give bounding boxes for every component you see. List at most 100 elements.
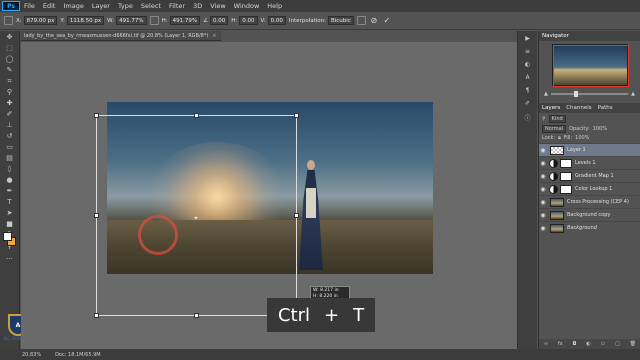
layer-name[interactable]: Background copy	[567, 212, 610, 218]
layer-row-background[interactable]: ◉ Background	[539, 221, 640, 234]
transform-handle-top-right[interactable]	[294, 113, 299, 118]
transform-handle-right[interactable]	[294, 213, 299, 218]
marquee-tool-icon[interactable]: ⬚	[4, 43, 16, 53]
history-panel-icon[interactable]: ▶	[523, 35, 533, 44]
healing-brush-tool-icon[interactable]: ✚	[4, 98, 16, 108]
path-selection-tool-icon[interactable]: ➤	[4, 208, 16, 218]
visibility-eye-icon[interactable]: ◉	[539, 225, 547, 232]
close-tab-icon[interactable]: ×	[212, 33, 216, 39]
layer-name[interactable]: Color Lookup 1	[575, 186, 612, 192]
dodge-tool-icon[interactable]: ●	[4, 175, 16, 185]
trash-icon[interactable]: 🗑︎	[630, 341, 636, 347]
menu-select[interactable]: Select	[137, 2, 165, 10]
menu-window[interactable]: Window	[230, 2, 264, 10]
visibility-eye-icon[interactable]: ◉	[539, 186, 547, 193]
quick-select-tool-icon[interactable]: ✎	[4, 65, 16, 75]
menu-help[interactable]: Help	[263, 2, 286, 10]
menu-3d[interactable]: 3D	[189, 2, 206, 10]
layer-row-color-lookup[interactable]: ◉ Color Lookup 1	[539, 182, 640, 195]
adjustments-panel-icon[interactable]: ◐	[523, 61, 533, 70]
character-panel-icon[interactable]: A	[523, 74, 533, 83]
y-input[interactable]: 1118.50 px	[66, 16, 105, 25]
transform-handle-top[interactable]	[194, 113, 199, 118]
kind-filter-select[interactable]: Kind	[548, 115, 566, 123]
reference-point-crosshair-icon[interactable]: ⌖	[194, 214, 198, 223]
layer-name[interactable]: Gradient Map 1	[575, 173, 614, 179]
layer-name[interactable]: Layer 1	[567, 147, 586, 153]
tab-layers[interactable]: Layers	[542, 105, 560, 111]
interpolation-select[interactable]: Bicubic	[327, 16, 354, 25]
info-panel-icon[interactable]: ⓘ	[523, 113, 533, 122]
navigator-view-box[interactable]	[552, 45, 629, 87]
opacity-input[interactable]: 100%	[593, 126, 607, 132]
menu-edit[interactable]: Edit	[39, 2, 60, 10]
w-input[interactable]: 491.77%	[116, 16, 147, 25]
lock-icon[interactable]: 🔒︎	[558, 135, 561, 141]
zoom-level[interactable]: 20.83%	[22, 352, 41, 358]
menu-image[interactable]: Image	[59, 2, 87, 10]
brush-tool-icon[interactable]: ✐	[4, 109, 16, 119]
more-tools-icon[interactable]: …	[4, 252, 16, 262]
visibility-eye-icon[interactable]: ◉	[539, 160, 547, 167]
fill-input[interactable]: 100%	[575, 135, 589, 141]
v-skew-input[interactable]: 0.00	[267, 16, 286, 25]
layer-row-background-copy[interactable]: ◉ Background copy	[539, 208, 640, 221]
zoom-in-icon[interactable]: ▲	[631, 91, 635, 97]
layer-row-layer-1[interactable]: ◉ Layer 1	[539, 143, 640, 156]
blend-mode-select[interactable]: Normal	[542, 125, 567, 133]
new-group-icon[interactable]: ▭	[601, 341, 606, 347]
layer-name[interactable]: Background	[567, 225, 597, 231]
layer-row-gradient-map[interactable]: ◉ Gradient Map 1	[539, 169, 640, 182]
visibility-eye-icon[interactable]: ◉	[539, 212, 547, 219]
warp-mode-icon[interactable]	[356, 16, 366, 25]
zoom-slider-thumb[interactable]	[574, 91, 579, 97]
h-input[interactable]: 491.79%	[169, 16, 201, 25]
layer-name[interactable]: Cross Processing (CEP 4)	[567, 199, 629, 205]
menu-type[interactable]: Type	[114, 2, 137, 10]
visibility-eye-icon[interactable]: ◉	[539, 147, 547, 154]
history-brush-tool-icon[interactable]: ↺	[4, 131, 16, 141]
gradient-tool-icon[interactable]: ▤	[4, 153, 16, 163]
visibility-eye-icon[interactable]: ◉	[539, 199, 547, 206]
type-tool-icon[interactable]: T	[4, 197, 16, 207]
eyedropper-tool-icon[interactable]: ⚲	[4, 87, 16, 97]
zoom-slider[interactable]	[550, 91, 629, 97]
add-mask-icon[interactable]: ◘	[573, 341, 577, 347]
rectangle-tool-icon[interactable]: ■	[4, 219, 16, 229]
cancel-transform-button[interactable]: ⊘	[369, 16, 379, 26]
properties-panel-icon[interactable]: ≡	[523, 48, 533, 57]
move-tool-icon[interactable]: ✥	[4, 32, 16, 42]
canvas-area[interactable]: ⌖ W: 8.217 in H: 8.220 in Ctrl + T	[21, 42, 517, 349]
menu-file[interactable]: File	[20, 2, 39, 10]
transform-handle-top-left[interactable]	[94, 113, 99, 118]
paragraph-panel-icon[interactable]: ¶	[523, 87, 533, 96]
menu-filter[interactable]: Filter	[165, 2, 189, 10]
menu-layer[interactable]: Layer	[88, 2, 114, 10]
link-icon[interactable]	[149, 16, 159, 25]
link-layers-icon[interactable]: ∞	[544, 341, 548, 347]
new-adjustment-icon[interactable]: ◐	[586, 341, 590, 347]
brush-panel-icon[interactable]: ✐	[523, 100, 533, 109]
blur-tool-icon[interactable]: ◊	[4, 164, 16, 174]
h-skew-input[interactable]: 0.00	[239, 16, 258, 25]
layer-name[interactable]: Levels 1	[575, 160, 596, 166]
layer-row-cross-processing[interactable]: ◉ Cross Processing (CEP 4)	[539, 195, 640, 208]
transform-handle-bottom-left[interactable]	[94, 313, 99, 318]
new-layer-icon[interactable]: ▢	[615, 341, 620, 347]
layer-style-icon[interactable]: fx	[558, 341, 563, 347]
reference-point-icon[interactable]	[4, 16, 13, 25]
tab-channels[interactable]: Channels	[566, 105, 591, 111]
navigator-thumbnail[interactable]	[551, 44, 629, 87]
menu-view[interactable]: View	[206, 2, 229, 10]
foreground-color-swatch[interactable]	[3, 232, 12, 241]
angle-input[interactable]: 0.00	[210, 16, 229, 25]
crop-tool-icon[interactable]: ⌗	[4, 76, 16, 86]
eraser-tool-icon[interactable]: ▭	[4, 142, 16, 152]
zoom-out-icon[interactable]: ▲	[544, 91, 548, 97]
document-tab[interactable]: lady_by_the_sea_by_rmeasmussen-d666fxl.t…	[21, 31, 221, 41]
x-input[interactable]: 879.00 px	[23, 16, 58, 25]
lasso-tool-icon[interactable]: ◯	[4, 54, 16, 64]
clone-stamp-tool-icon[interactable]: ⊥	[4, 120, 16, 130]
commit-transform-button[interactable]: ✓	[382, 16, 392, 26]
pen-tool-icon[interactable]: ✒	[4, 186, 16, 196]
